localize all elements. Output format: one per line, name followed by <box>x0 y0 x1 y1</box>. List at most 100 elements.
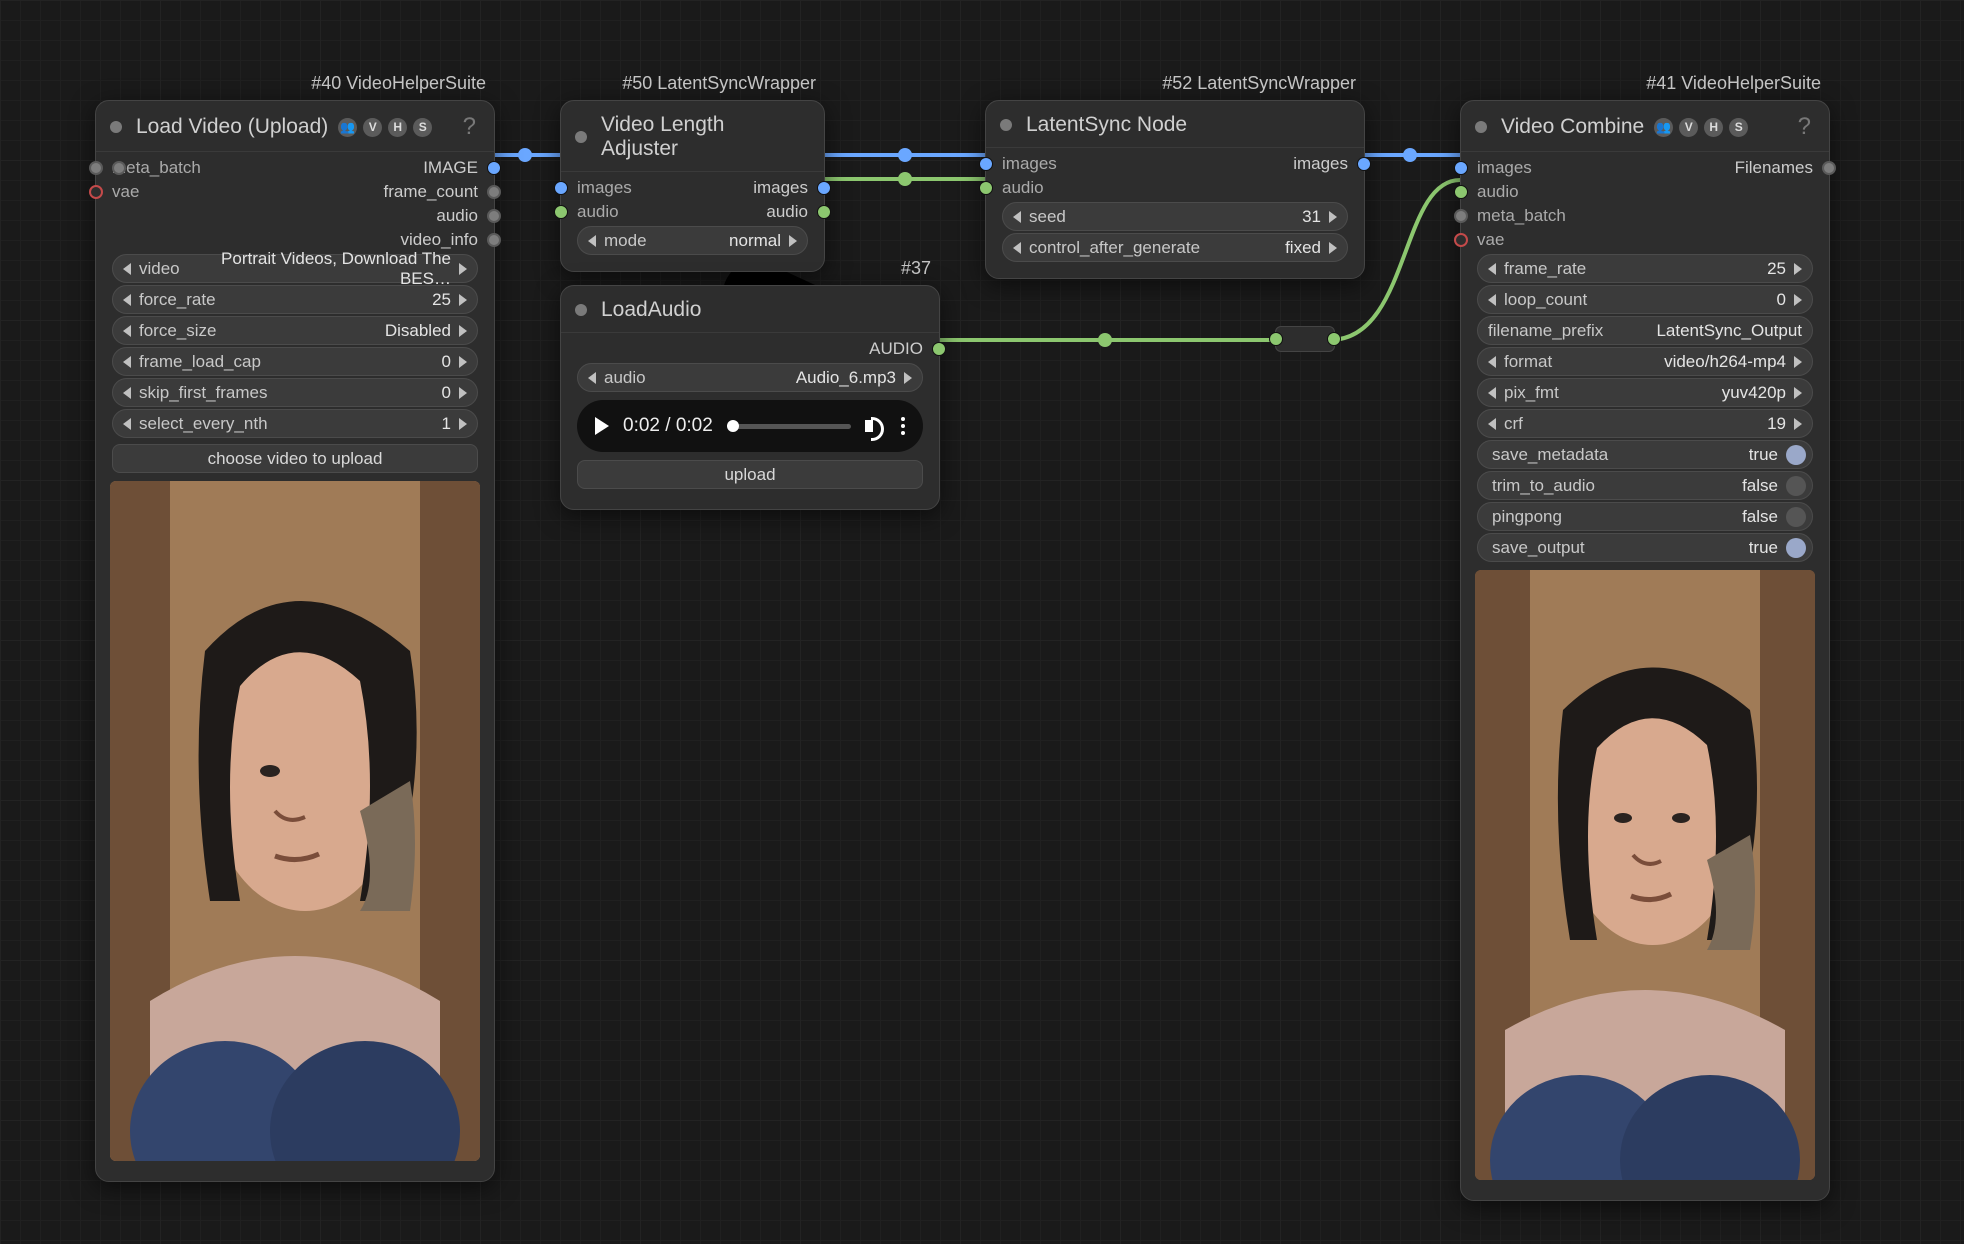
arrow-right-icon[interactable] <box>1794 418 1802 430</box>
collapse-dot[interactable] <box>575 304 587 316</box>
node-video-combine[interactable]: #41 VideoHelperSuite Video Combine 👥 V H… <box>1460 100 1830 1201</box>
toggle-dot[interactable] <box>1786 507 1806 527</box>
toggle-dot[interactable] <box>1786 538 1806 558</box>
arrow-left-icon[interactable] <box>1488 387 1496 399</box>
audio-player[interactable]: 0:02 / 0:02 <box>577 400 923 452</box>
arrow-left-icon[interactable] <box>123 387 131 399</box>
port-audio[interactable]: audio <box>1002 178 1044 197</box>
port-filenames[interactable]: Filenames <box>1735 158 1813 177</box>
node-load-video[interactable]: #40 VideoHelperSuite Load Video (Upload)… <box>95 100 495 1182</box>
arrow-left-icon[interactable] <box>1488 263 1496 275</box>
toggle-save-output[interactable]: save_outputtrue <box>1477 533 1813 562</box>
node-load-audio[interactable]: #37 LoadAudio AUDIO audioAudio_6.mp3 0:0… <box>560 285 940 510</box>
port-meta-batch[interactable]: meta_batch <box>1477 206 1566 225</box>
arrow-right-icon[interactable] <box>1794 356 1802 368</box>
collapse-dot[interactable] <box>110 121 122 133</box>
choose-video-button[interactable]: choose video to upload <box>112 444 478 473</box>
port-images[interactable]: images <box>1002 154 1057 173</box>
toggle-dot[interactable] <box>1786 445 1806 465</box>
arrow-right-icon[interactable] <box>1794 263 1802 275</box>
port-images[interactable]: images <box>753 178 808 197</box>
upload-audio-button[interactable]: upload <box>577 460 923 489</box>
widget-audio-file[interactable]: audioAudio_6.mp3 <box>577 363 923 392</box>
output-preview[interactable] <box>1475 570 1815 1180</box>
arrow-right-icon[interactable] <box>789 235 797 247</box>
arrow-right-icon[interactable] <box>459 325 467 337</box>
port-vae[interactable]: vae <box>112 182 139 201</box>
widget-frame-rate[interactable]: frame_rate25 <box>1477 254 1813 283</box>
arrow-left-icon[interactable] <box>1488 418 1496 430</box>
collapse-dot[interactable] <box>1475 121 1487 133</box>
arrow-left-icon[interactable] <box>123 325 131 337</box>
node-title-bar[interactable]: Video Combine 👥 V H S ? <box>1461 101 1829 152</box>
arrow-right-icon[interactable] <box>904 372 912 384</box>
port-audio[interactable]: audio <box>436 206 478 225</box>
port-audio[interactable]: audio <box>1477 182 1519 201</box>
arrow-right-icon[interactable] <box>459 356 467 368</box>
arrow-left-icon[interactable] <box>123 356 131 368</box>
node-video-length-adjuster[interactable]: #50 LatentSyncWrapper Video Length Adjus… <box>560 100 825 272</box>
widget-force-size[interactable]: force_sizeDisabled <box>112 316 478 345</box>
port-images[interactable]: images <box>1293 154 1348 173</box>
port-audio[interactable]: audio <box>766 202 808 221</box>
arrow-right-icon[interactable] <box>459 387 467 399</box>
widget-seed[interactable]: seed31 <box>1002 202 1348 231</box>
badge-icon: H <box>1704 118 1723 137</box>
node-latentsync[interactable]: #52 LatentSyncWrapper LatentSync Node im… <box>985 100 1365 279</box>
widget-pix-fmt[interactable]: pix_fmtyuv420p <box>1477 378 1813 407</box>
node-title-bar[interactable]: Video Length Adjuster <box>561 101 824 172</box>
port-video-info[interactable]: video_info <box>400 230 478 249</box>
port-image[interactable]: IMAGE <box>423 158 478 177</box>
node-title-bar[interactable]: LoadAudio <box>561 286 939 333</box>
port-frame-count[interactable]: frame_count <box>384 182 479 201</box>
volume-icon[interactable] <box>865 415 887 437</box>
arrow-left-icon[interactable] <box>1488 294 1496 306</box>
toggle-dot[interactable] <box>1786 476 1806 496</box>
arrow-left-icon[interactable] <box>588 235 596 247</box>
port-images[interactable]: images <box>1477 158 1532 177</box>
arrow-right-icon[interactable] <box>459 294 467 306</box>
reroute-node[interactable] <box>1275 326 1335 352</box>
arrow-left-icon[interactable] <box>588 372 596 384</box>
arrow-left-icon[interactable] <box>123 294 131 306</box>
collapse-dot[interactable] <box>575 131 587 143</box>
toggle-save-metadata[interactable]: save_metadatatrue <box>1477 440 1813 469</box>
node-title-bar[interactable]: Load Video (Upload) 👥 V H S ? <box>96 101 494 152</box>
audio-seek-bar[interactable] <box>727 424 851 429</box>
arrow-right-icon[interactable] <box>1329 242 1337 254</box>
arrow-right-icon[interactable] <box>1794 387 1802 399</box>
arrow-right-icon[interactable] <box>459 418 467 430</box>
arrow-left-icon[interactable] <box>1013 242 1021 254</box>
widget-force-rate[interactable]: force_rate25 <box>112 285 478 314</box>
arrow-right-icon[interactable] <box>459 263 467 275</box>
arrow-left-icon[interactable] <box>123 418 131 430</box>
collapse-dot[interactable] <box>1000 119 1012 131</box>
arrow-right-icon[interactable] <box>1794 294 1802 306</box>
arrow-left-icon[interactable] <box>1013 211 1021 223</box>
help-icon[interactable]: ? <box>1798 113 1811 141</box>
port-images[interactable]: images <box>577 178 632 197</box>
help-icon[interactable]: ? <box>463 113 476 141</box>
widget-skip-first-frames[interactable]: skip_first_frames0 <box>112 378 478 407</box>
toggle-trim-to-audio[interactable]: trim_to_audiofalse <box>1477 471 1813 500</box>
arrow-left-icon[interactable] <box>123 263 131 275</box>
widget-format[interactable]: formatvideo/h264-mp4 <box>1477 347 1813 376</box>
node-title-bar[interactable]: LatentSync Node <box>986 101 1364 148</box>
widget-mode[interactable]: modenormal <box>577 226 808 255</box>
port-audio-out[interactable]: AUDIO <box>869 339 923 358</box>
widget-control-after-generate[interactable]: control_after_generatefixed <box>1002 233 1348 262</box>
widget-filename-prefix[interactable]: filename_prefixLatentSync_Output <box>1477 316 1813 345</box>
port-audio[interactable]: audio <box>577 202 619 221</box>
widget-frame-load-cap[interactable]: frame_load_cap0 <box>112 347 478 376</box>
port-vae[interactable]: vae <box>1477 230 1504 249</box>
more-icon[interactable] <box>901 417 905 435</box>
arrow-right-icon[interactable] <box>1329 211 1337 223</box>
widget-video[interactable]: videoPortrait Videos, Download The BES… <box>112 254 478 283</box>
toggle-pingpong[interactable]: pingpongfalse <box>1477 502 1813 531</box>
widget-loop-count[interactable]: loop_count0 <box>1477 285 1813 314</box>
play-icon[interactable] <box>595 417 609 435</box>
video-preview[interactable] <box>110 481 480 1161</box>
arrow-left-icon[interactable] <box>1488 356 1496 368</box>
widget-crf[interactable]: crf19 <box>1477 409 1813 438</box>
widget-select-every-nth[interactable]: select_every_nth1 <box>112 409 478 438</box>
